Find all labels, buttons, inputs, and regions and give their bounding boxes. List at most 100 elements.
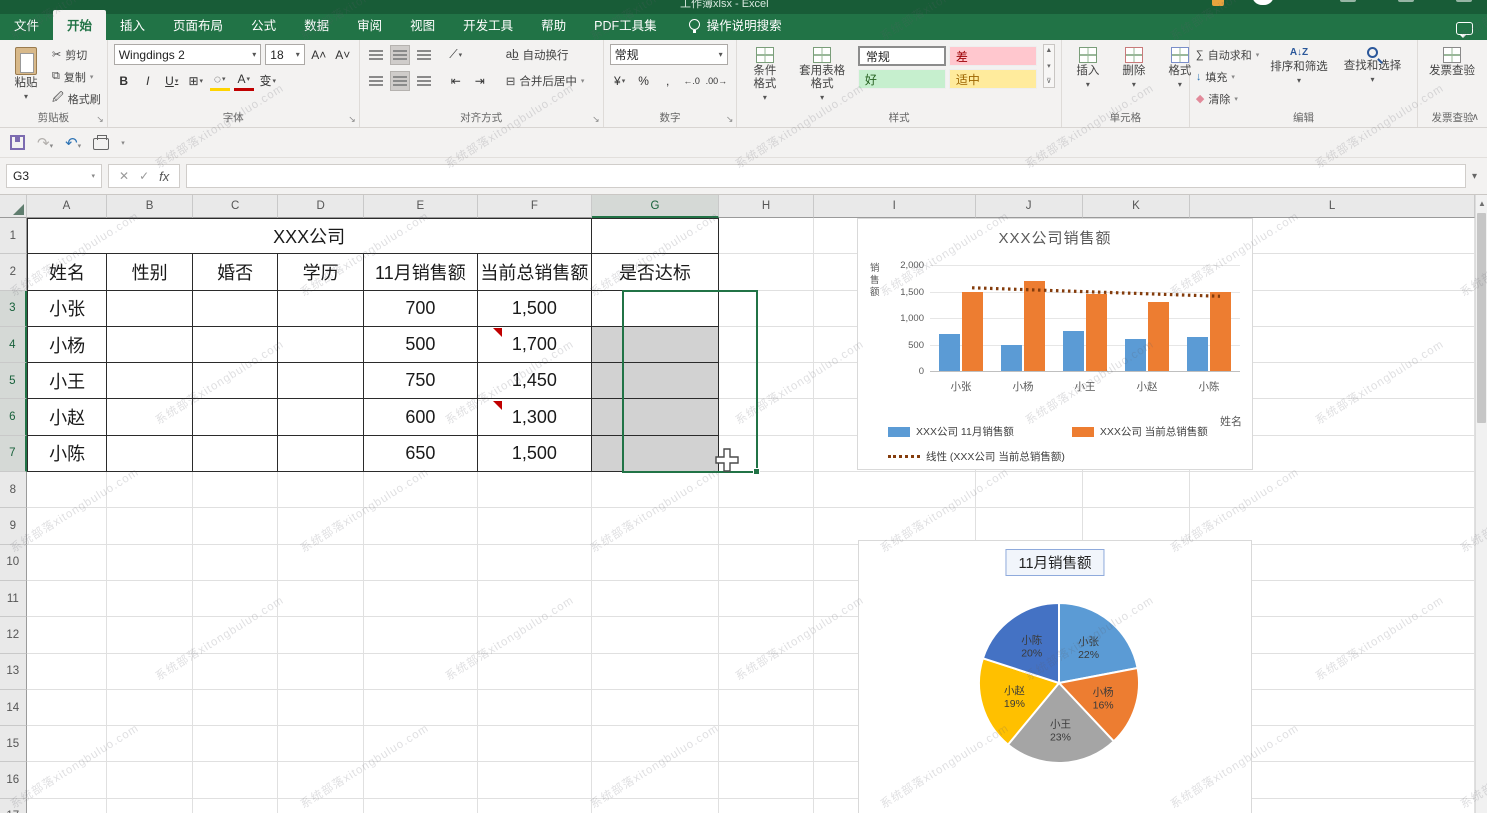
- cell-F11[interactable]: [478, 581, 592, 617]
- phonetic-button[interactable]: 变▾: [258, 71, 278, 91]
- orientation-button[interactable]: ⟋▾: [446, 45, 466, 65]
- cell-A2[interactable]: 姓名: [27, 254, 108, 290]
- cell-H11[interactable]: [719, 581, 814, 617]
- cell-A12[interactable]: [27, 617, 108, 653]
- shrink-font-button[interactable]: A˅: [333, 45, 353, 65]
- column-header-L[interactable]: L: [1190, 195, 1475, 218]
- cell-D17[interactable]: [278, 799, 364, 813]
- tab-data[interactable]: 数据: [290, 10, 343, 40]
- name-box[interactable]: G3 ▾: [6, 164, 102, 188]
- cell-A6[interactable]: 小赵: [27, 399, 108, 435]
- grow-font-button[interactable]: A˄: [309, 45, 329, 65]
- cell-B9[interactable]: [107, 508, 193, 544]
- cell-B17[interactable]: [107, 799, 193, 813]
- cell-D2[interactable]: 学历: [278, 254, 363, 290]
- cell-D9[interactable]: [278, 508, 364, 544]
- column-header-A[interactable]: A: [27, 195, 108, 218]
- font-size-combo[interactable]: 18▾: [265, 44, 304, 65]
- scrollbar-thumb[interactable]: [1477, 213, 1486, 423]
- insert-function-button[interactable]: fx: [159, 169, 169, 184]
- cell-C11[interactable]: [193, 581, 279, 617]
- column-header-B[interactable]: B: [107, 195, 193, 218]
- cell-C4[interactable]: [193, 327, 278, 363]
- cell-B8[interactable]: [107, 472, 193, 508]
- cell-G4[interactable]: [592, 327, 719, 363]
- cell-B10[interactable]: [107, 545, 193, 581]
- delete-cells-button[interactable]: 删除▾: [1114, 44, 1154, 92]
- decrease-indent-button[interactable]: ⇤: [446, 71, 466, 91]
- cell-C8[interactable]: [193, 472, 279, 508]
- italic-button[interactable]: I: [138, 71, 158, 91]
- cell-A8[interactable]: [27, 472, 108, 508]
- cell-F3[interactable]: 1,500: [478, 291, 592, 327]
- cell-G12[interactable]: [592, 617, 719, 653]
- save-button[interactable]: [10, 135, 25, 150]
- enter-icon[interactable]: ✓: [139, 169, 149, 183]
- cell-B7[interactable]: [107, 436, 192, 472]
- borders-button[interactable]: ⊞▾: [186, 71, 206, 91]
- cell-G3[interactable]: [592, 291, 719, 327]
- cell-G15[interactable]: [592, 726, 719, 762]
- cell-E8[interactable]: [364, 472, 478, 508]
- format-painter-button[interactable]: 🖉 格式刷: [52, 88, 101, 109]
- clear-button[interactable]: ◆ 清除 ▾: [1196, 88, 1259, 109]
- cell-F10[interactable]: [478, 545, 592, 581]
- cell-A4[interactable]: 小杨: [27, 327, 108, 363]
- cell-E15[interactable]: [364, 726, 478, 762]
- cell-C12[interactable]: [193, 617, 279, 653]
- cell-C16[interactable]: [193, 762, 279, 798]
- name-box-dropdown-icon[interactable]: ▾: [91, 172, 95, 180]
- align-middle-button[interactable]: [390, 45, 410, 65]
- cell-E13[interactable]: [364, 654, 478, 690]
- cancel-icon[interactable]: ✕: [119, 169, 129, 183]
- cell-B12[interactable]: [107, 617, 193, 653]
- tab-insert[interactable]: 插入: [106, 10, 159, 40]
- cell-B3[interactable]: [107, 291, 192, 327]
- wrap-text-button[interactable]: ab̲ 自动换行: [506, 44, 585, 65]
- decrease-decimal-button[interactable]: .00→: [706, 71, 728, 91]
- cell-F2[interactable]: 当前总销售额: [478, 254, 592, 290]
- cell-F9[interactable]: [478, 508, 592, 544]
- font-name-combo[interactable]: Wingdings 2▾: [114, 44, 262, 65]
- cell-H2[interactable]: [719, 254, 814, 290]
- tab-view[interactable]: 视图: [396, 10, 449, 40]
- cell-C10[interactable]: [193, 545, 279, 581]
- style-good[interactable]: 好: [858, 69, 946, 89]
- cell-I8[interactable]: [814, 472, 975, 508]
- cell-G1[interactable]: [592, 218, 719, 254]
- expand-formula-bar-icon[interactable]: ▾: [1472, 171, 1481, 182]
- cell-G7[interactable]: [592, 436, 719, 472]
- sort-filter-button[interactable]: A↓Z 排序和筛选▾: [1265, 44, 1333, 88]
- cell-A10[interactable]: [27, 545, 108, 581]
- cell-E3[interactable]: 700: [364, 291, 478, 327]
- cell-J8[interactable]: [976, 472, 1083, 508]
- row-header-1[interactable]: 1: [0, 218, 27, 254]
- cell-C9[interactable]: [193, 508, 279, 544]
- merge-center-button[interactable]: ⊟ 合并后居中 ▾: [506, 70, 585, 91]
- cell-G8[interactable]: [592, 472, 719, 508]
- row-header-14[interactable]: 14: [0, 690, 27, 726]
- tab-help[interactable]: 帮助: [527, 10, 580, 40]
- cell-E12[interactable]: [364, 617, 478, 653]
- cell-H12[interactable]: [719, 617, 814, 653]
- row-header-17[interactable]: 17: [0, 799, 27, 813]
- cell-F14[interactable]: [478, 690, 592, 726]
- fill-button[interactable]: ↓ 填充 ▾: [1196, 66, 1259, 87]
- align-top-button[interactable]: [366, 45, 386, 65]
- style-bad[interactable]: 差: [949, 46, 1037, 66]
- cell-D7[interactable]: [278, 436, 363, 472]
- cell-B11[interactable]: [107, 581, 193, 617]
- cell-K8[interactable]: [1083, 472, 1190, 508]
- formula-input[interactable]: [186, 164, 1466, 188]
- cell-A13[interactable]: [27, 654, 108, 690]
- cell-A9[interactable]: [27, 508, 108, 544]
- cell-F17[interactable]: [478, 799, 592, 813]
- column-header-D[interactable]: D: [278, 195, 364, 218]
- increase-decimal-button[interactable]: ←.0: [682, 71, 702, 91]
- invoice-check-button[interactable]: 发票查验: [1424, 44, 1480, 81]
- cell-A3[interactable]: 小张: [27, 291, 108, 327]
- tell-me-search[interactable]: 操作说明搜索: [689, 15, 782, 40]
- cell-G13[interactable]: [592, 654, 719, 690]
- conditional-formatting-button[interactable]: 条件格式 ▾: [743, 44, 786, 106]
- cell-B15[interactable]: [107, 726, 193, 762]
